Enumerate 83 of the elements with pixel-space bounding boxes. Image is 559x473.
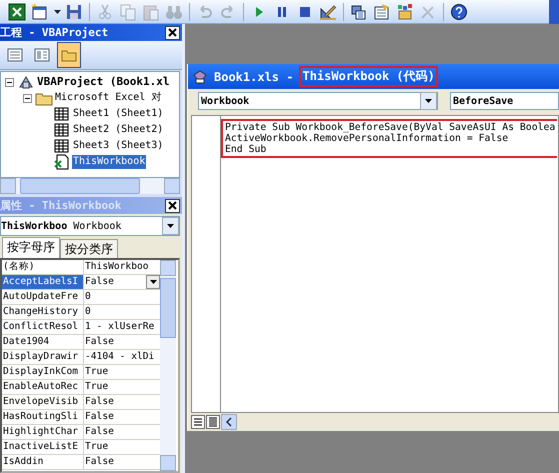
object-dropdown[interactable]: ThisWorkboo Workbook — [0, 216, 180, 236]
project-explorer-icon — [350, 2, 368, 20]
property-value: 0 — [85, 305, 91, 319]
property-value: False — [85, 335, 114, 349]
close-button[interactable] — [165, 198, 180, 212]
toggle-folders-button[interactable] — [57, 42, 81, 68]
panel-title: 工程 - VBAProject — [0, 25, 108, 40]
close-button[interactable] — [165, 26, 180, 40]
toolbar-options-handle[interactable] — [549, 0, 559, 24]
copy-icon — [119, 2, 137, 20]
procedure-view-button[interactable] — [191, 415, 205, 429]
module-icon — [192, 68, 208, 84]
tree-item[interactable]: Sheet3 (Sheet3) — [72, 139, 164, 153]
sheet-grid-icon — [53, 137, 71, 155]
tree-item[interactable]: Microsoft Excel 对 — [54, 91, 162, 105]
code-view-icon — [6, 46, 24, 64]
workbook-icon — [53, 153, 71, 171]
lines-icon — [207, 416, 219, 428]
tab[interactable]: 按字母序 — [2, 237, 60, 258]
help-icon — [450, 2, 468, 20]
object-boxes-icon — [396, 2, 414, 20]
caret-icon — [167, 224, 174, 228]
caret-icon — [425, 99, 432, 103]
object-view-icon — [33, 46, 51, 64]
property-value: True — [85, 380, 108, 394]
property-name[interactable]: Date1904 — [2, 335, 84, 349]
collapse-toggle-icon[interactable] — [23, 94, 32, 102]
excel-logo-icon — [8, 2, 26, 20]
code-line: Private Sub Workbook_BeforeSave(ByVal SaveAsUI As Boolea — [225, 122, 556, 133]
scissors-icon — [96, 2, 114, 20]
property-value: False — [85, 425, 114, 439]
property-name[interactable]: DisplayDrawir — [2, 350, 84, 364]
property-name[interactable]: AutoUpdateFre — [2, 290, 84, 304]
property-value: True — [85, 365, 108, 379]
dropdown-button[interactable] — [146, 275, 160, 289]
ruler-pencil-icon — [319, 2, 337, 20]
lines-icon — [192, 416, 204, 428]
property-name[interactable]: IsAddin — [2, 455, 84, 469]
collapse-toggle-icon[interactable] — [5, 78, 14, 86]
property-value: ThisWorkboo — [85, 260, 149, 274]
dropdown-arrow-icon — [54, 10, 60, 14]
property-name[interactable]: ChangeHistory — [2, 305, 84, 319]
code-line: ActiveWorkbook.RemovePersonalInformation = False — [225, 133, 510, 144]
tree-item[interactable]: Sheet1 (Sheet1) — [72, 107, 164, 121]
property-value: False — [85, 395, 114, 409]
window-title: Book1.xls - — [214, 70, 294, 84]
left-chevron-icon — [224, 417, 234, 427]
full-module-view-button[interactable] — [206, 415, 220, 429]
form-window-icon — [31, 2, 49, 20]
scrollbar-thumb[interactable] — [20, 178, 140, 194]
window-title: ThisWorkbook (代码) — [299, 66, 438, 87]
toolbar-button[interactable] — [6, 0, 28, 22]
tree-item[interactable]: Sheet2 (Sheet2) — [72, 123, 164, 137]
property-value: False — [85, 275, 114, 289]
scroll-left-button[interactable] — [221, 414, 237, 430]
scrollbar-thumb[interactable] — [160, 278, 176, 338]
property-value: -4104 - xlDi — [85, 350, 154, 364]
property-name[interactable]: EnableAutoRec — [2, 380, 84, 394]
tree-item[interactable]: ThisWorkbook — [72, 155, 146, 169]
property-name[interactable]: AcceptLabelsI — [2, 275, 84, 289]
property-name[interactable]: DisplayInkCom — [2, 365, 84, 379]
property-name[interactable]: (名称) — [2, 260, 84, 274]
property-value: 1 - xlUserRe — [85, 320, 154, 334]
property-name[interactable]: InactiveListE — [2, 440, 84, 454]
property-value: False — [85, 455, 114, 469]
procedure-dropdown[interactable]: BeforeSave — [450, 92, 559, 110]
sheet-grid-icon — [53, 105, 71, 123]
object-dropdown[interactable]: Workbook — [198, 92, 438, 110]
property-value: 0 — [85, 290, 91, 304]
code-line: End Sub — [225, 144, 268, 155]
sheet-grid-icon — [53, 121, 71, 139]
caret-icon — [150, 280, 156, 284]
property-name[interactable]: HighlightChar — [2, 425, 84, 439]
panel-title: 属性 - ThisWorkbook — [0, 198, 122, 213]
property-name[interactable]: EnvelopeVisib — [2, 395, 84, 409]
property-value: True — [85, 440, 108, 454]
properties-sheet-icon — [373, 2, 391, 20]
clipboard-icon — [142, 2, 160, 20]
property-value: False — [85, 410, 114, 424]
property-name[interactable]: ConflictResol — [2, 320, 84, 334]
tab[interactable]: 按分类序 — [60, 239, 118, 258]
tree-item[interactable]: VBAProject (Book1.xl — [36, 75, 170, 89]
property-name[interactable]: HasRoutingSli — [2, 410, 84, 424]
